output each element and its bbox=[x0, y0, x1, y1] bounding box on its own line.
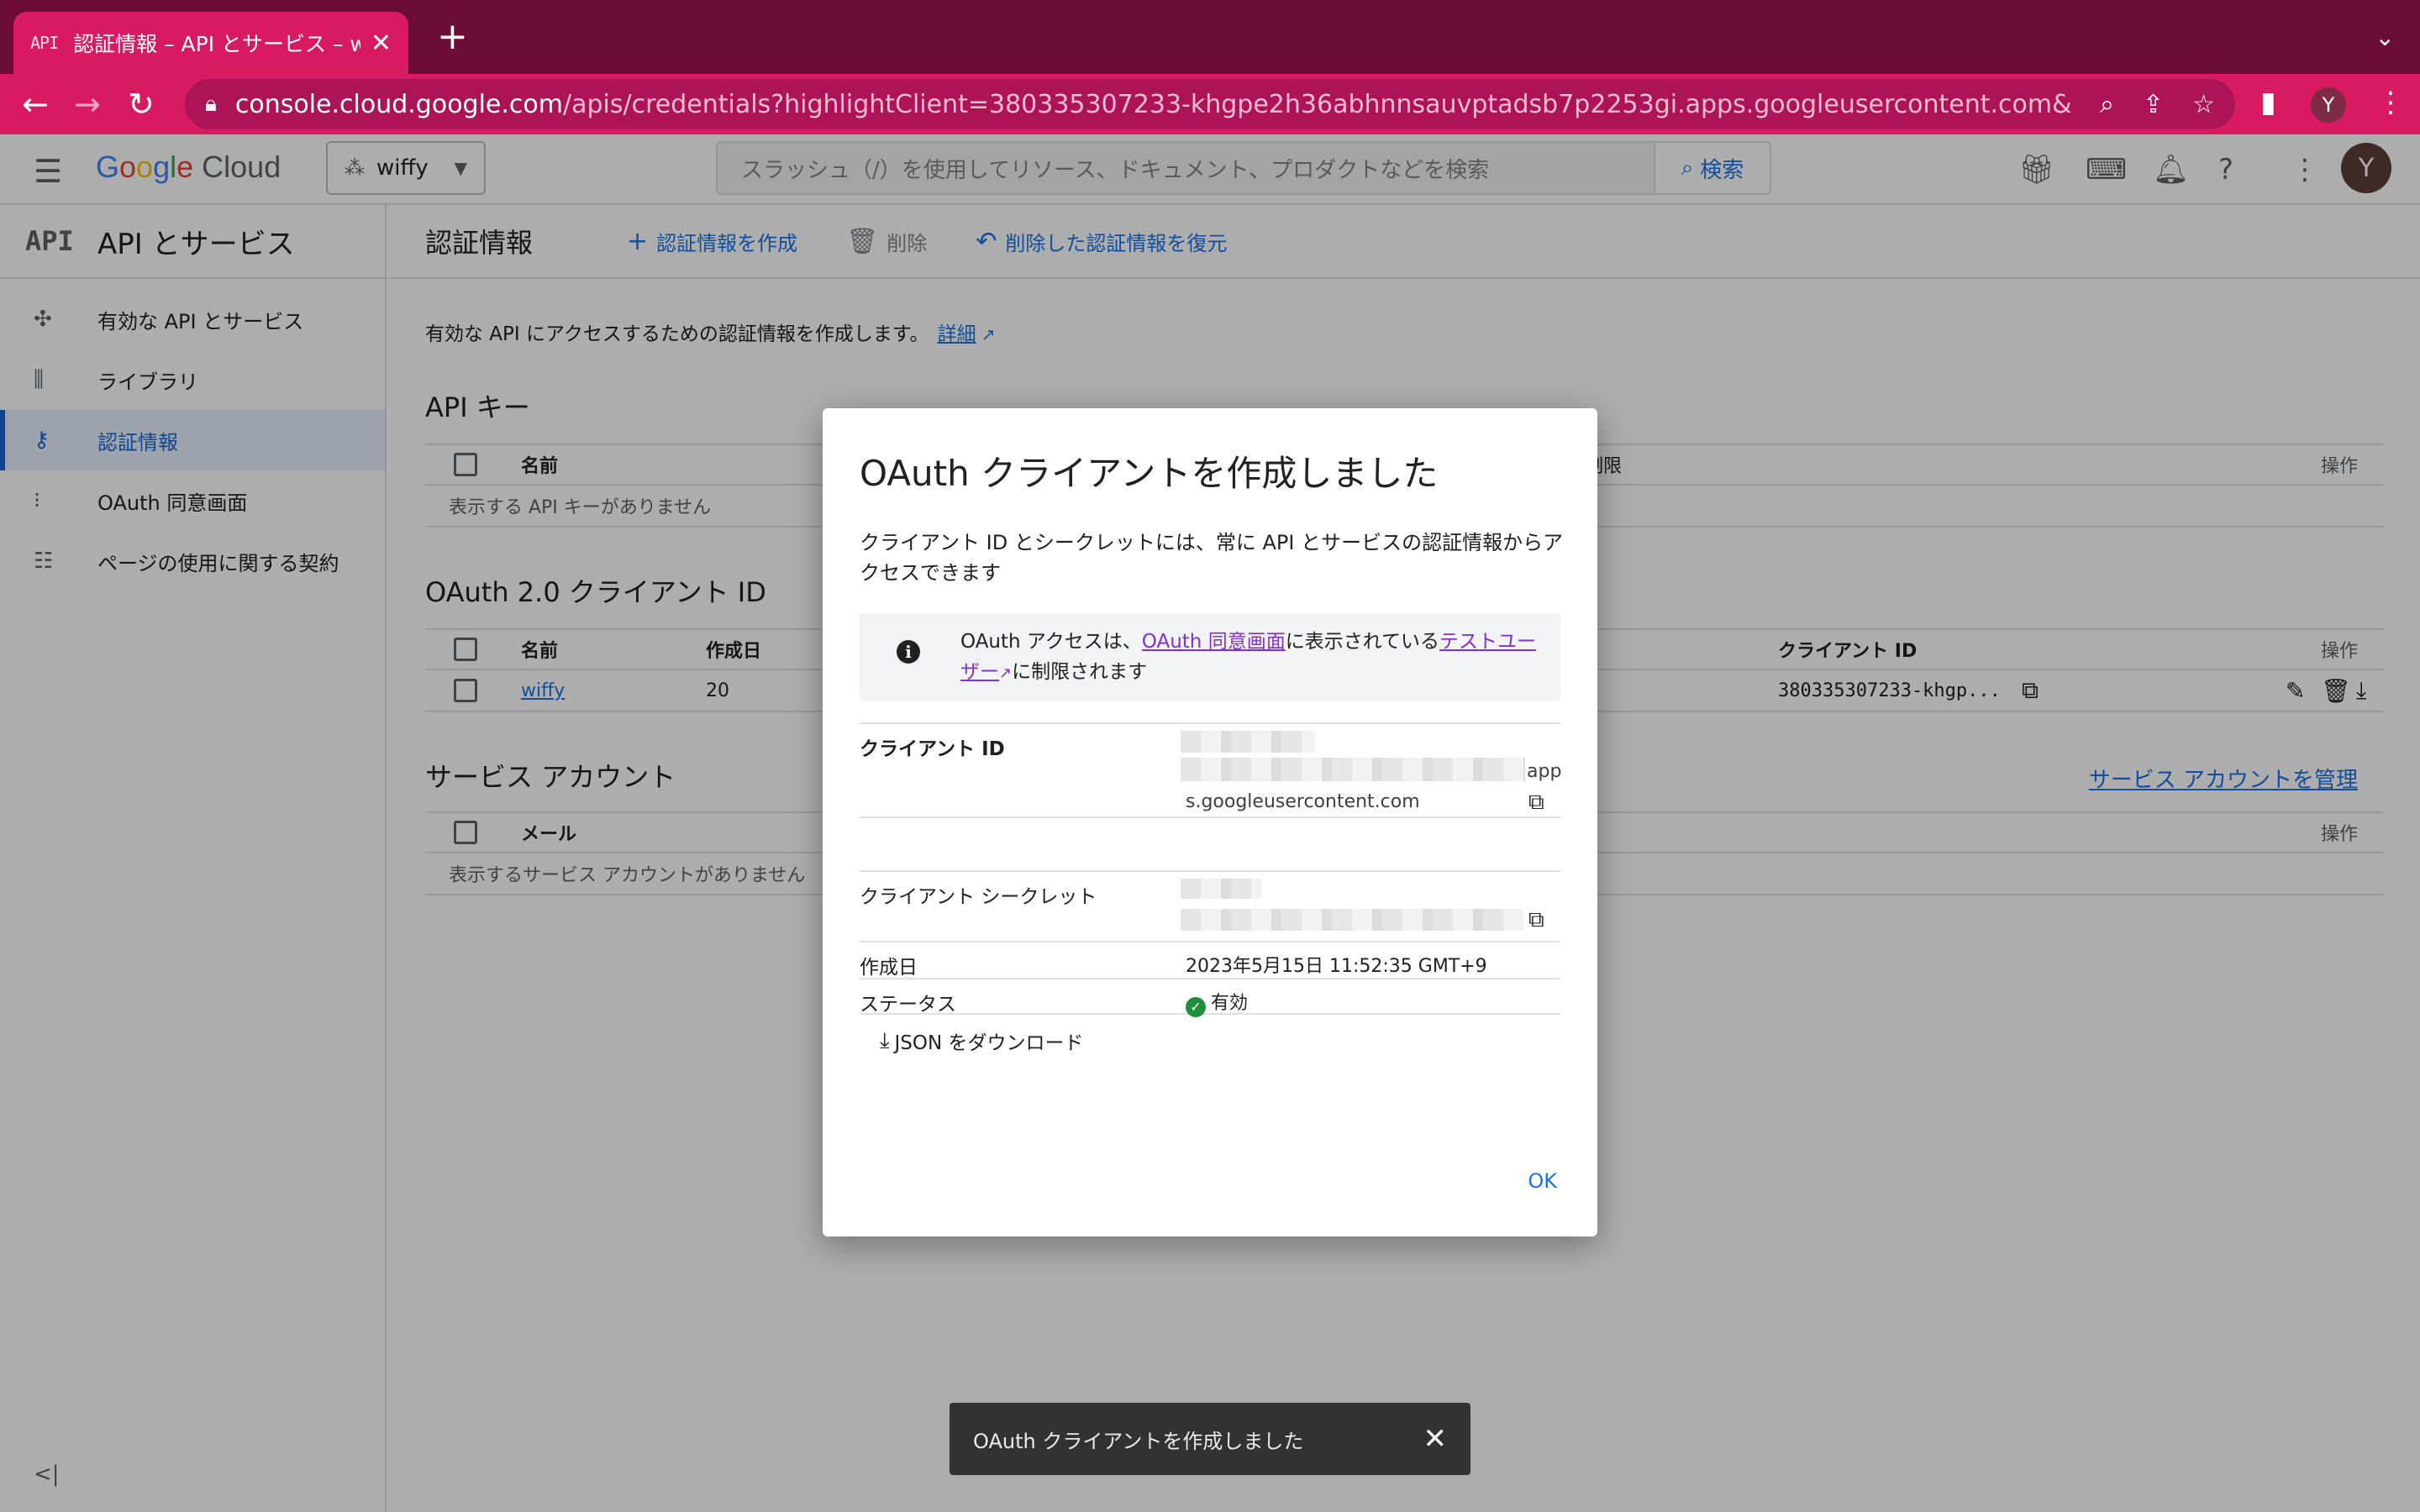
back-arrow-icon[interactable]: ← bbox=[22, 82, 49, 126]
external-link-icon: ↗ bbox=[999, 664, 1013, 682]
info-text-mid: に表示されている bbox=[1285, 631, 1440, 653]
created-label: 作成日 bbox=[860, 957, 918, 979]
snackbar: OAuth クライアントを作成しました ✕ bbox=[950, 1403, 1470, 1475]
tab-search-chevron-icon[interactable]: ⌄ bbox=[2375, 24, 2395, 51]
bookmark-star-icon[interactable]: ☆ bbox=[2192, 90, 2215, 119]
oauth-created-dialog: OAuth クライアントを作成しました クライアント ID とシークレットには、… bbox=[823, 408, 1597, 1236]
client-id-suffix: app bbox=[1527, 761, 1562, 782]
created-value: 2023年5月15日 11:52:35 GMT+9 bbox=[1186, 956, 1487, 977]
browser-tab[interactable]: API 認証情報 – API とサービス – wiffy ✕ bbox=[13, 12, 408, 74]
browser-menu-icon[interactable]: ⋮ bbox=[2376, 86, 2405, 119]
oauth-consent-link[interactable]: OAuth 同意画面 bbox=[1142, 631, 1286, 653]
forward-arrow-icon[interactable]: → bbox=[74, 82, 101, 126]
share-icon[interactable]: ⇪ bbox=[2143, 90, 2164, 119]
info-banner: i OAuth アクセスは、OAuth 同意画面に表示されているテストユーザー↗… bbox=[860, 613, 1560, 701]
new-tab-icon[interactable]: + bbox=[437, 18, 468, 55]
dialog-description: クライアント ID とシークレットには、常に API とサービスの認証情報からア… bbox=[860, 531, 1564, 585]
browser-toolbar: ← → ↻ 🔒︎ console.cloud.google.com/apis/c… bbox=[0, 74, 2420, 134]
client-id-redacted-2 bbox=[1181, 758, 1525, 781]
download-json-label: JSON をダウンロード bbox=[894, 1032, 1084, 1054]
client-id-row: クライアント ID app s.googleusercontent.com ⧉ bbox=[860, 722, 1562, 816]
tab-title: 認証情報 – API とサービス – wiffy bbox=[73, 32, 360, 56]
info-icon: i bbox=[897, 640, 920, 664]
info-text: OAuth アクセスは、OAuth 同意画面に表示されているテストユーザー↗に制… bbox=[960, 627, 1540, 689]
client-secret-label: クライアント シークレット bbox=[860, 886, 1097, 908]
copy-client-secret-icon[interactable]: ⧉ bbox=[1528, 907, 1544, 933]
dialog-title: OAuth クライアントを作成しました bbox=[860, 453, 1439, 494]
info-text-pre: OAuth アクセスは、 bbox=[960, 631, 1142, 653]
url-text[interactable]: console.cloud.google.com/apis/credential… bbox=[235, 90, 2071, 119]
zoom-icon[interactable]: ⌕ bbox=[2100, 90, 2114, 119]
ok-button[interactable]: OK bbox=[1528, 1169, 1557, 1193]
copy-client-id-icon[interactable]: ⧉ bbox=[1528, 790, 1544, 816]
status-value: ✓ 有効 bbox=[1186, 988, 1248, 1017]
client-id-label: クライアント ID bbox=[860, 738, 1005, 760]
check-circle-icon: ✓ bbox=[1186, 996, 1206, 1017]
tab-close-icon[interactable]: ✕ bbox=[371, 29, 392, 58]
created-row: 作成日 2023年5月15日 11:52:35 GMT+9 bbox=[860, 941, 1560, 979]
download-json-button[interactable]: ⤓ JSON をダウンロード bbox=[880, 1026, 1084, 1055]
status-row: ステータス ✓ 有効 bbox=[860, 978, 1560, 1017]
reload-icon[interactable]: ↻ bbox=[128, 82, 155, 126]
client-secret-redacted-1 bbox=[1181, 879, 1261, 899]
browser-tabstrip: API 認証情報 – API とサービス – wiffy ✕ + ⌄ bbox=[0, 0, 2420, 74]
client-secret-redacted-2 bbox=[1181, 909, 1523, 931]
lock-icon[interactable]: 🔒︎ bbox=[205, 92, 217, 118]
client-id-redacted-1 bbox=[1181, 731, 1315, 753]
address-bar[interactable]: 🔒︎ console.cloud.google.com/apis/credent… bbox=[185, 79, 2235, 129]
status-text: 有効 bbox=[1211, 993, 1249, 1014]
client-id-domain: s.googleusercontent.com bbox=[1186, 791, 1420, 812]
side-panel-icon[interactable]: ▮ bbox=[2260, 86, 2276, 119]
close-icon[interactable]: ✕ bbox=[1423, 1422, 1448, 1456]
divider bbox=[860, 816, 1560, 818]
url-domain: console.cloud.google.com bbox=[234, 89, 563, 119]
url-path: /apis/credentials?highlightClient=380335… bbox=[563, 89, 2072, 119]
snackbar-message: OAuth クライアントを作成しました bbox=[973, 1429, 1304, 1453]
api-favicon-icon: API bbox=[30, 33, 59, 53]
browser-profile-avatar[interactable]: Y bbox=[2311, 87, 2346, 123]
client-secret-row: クライアント シークレット ⧉ bbox=[860, 870, 1560, 941]
download-icon: ⤓ bbox=[880, 1027, 890, 1053]
info-text-post: に制限されます bbox=[1012, 661, 1148, 683]
status-label: ステータス bbox=[860, 994, 956, 1016]
